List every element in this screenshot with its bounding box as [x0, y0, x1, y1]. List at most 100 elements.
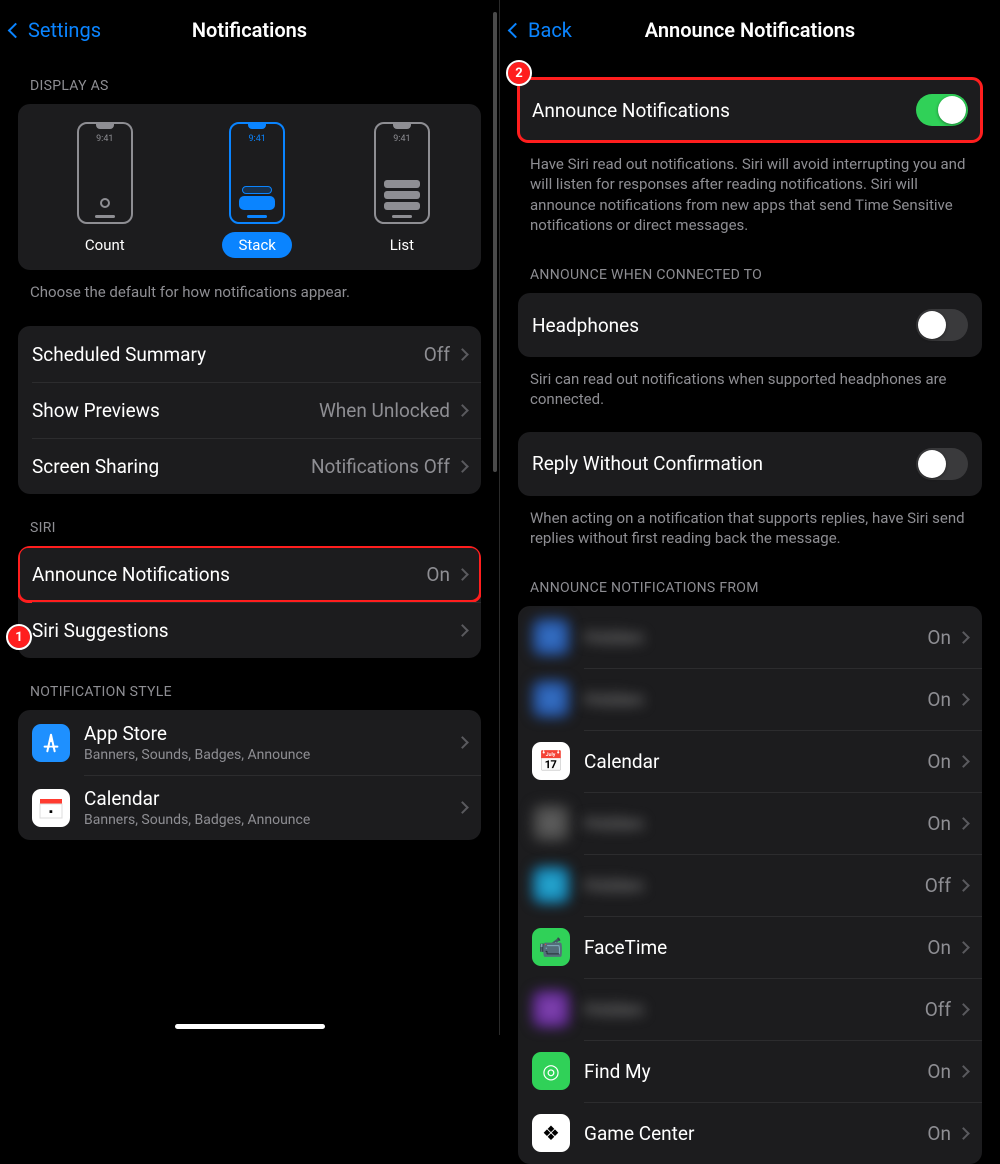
app-name-label: Hidden	[584, 626, 927, 649]
step-badge-1: 1	[8, 626, 30, 648]
app-name-label: Game Center	[584, 1122, 927, 1145]
app-value: Off	[925, 998, 951, 1021]
calendar-icon: ▪	[32, 789, 70, 827]
app-name-label: Hidden	[584, 998, 925, 1021]
app-store-row[interactable]: App Store Banners, Sounds, Badges, Annou…	[18, 710, 481, 775]
app-from-row[interactable]: 📹 FaceTimeOn	[518, 916, 982, 978]
app-value: On	[927, 936, 951, 959]
page-title: Announce Notifications	[645, 18, 855, 42]
back-button[interactable]: Back	[510, 18, 572, 42]
siri-suggestions-row[interactable]: Siri Suggestions	[18, 602, 481, 658]
app-icon	[532, 804, 570, 842]
app-icon	[532, 680, 570, 718]
app-value: On	[927, 750, 951, 773]
siri-group: Announce Notifications On Siri Suggestio…	[18, 546, 481, 658]
app-icon	[532, 990, 570, 1028]
screen-sharing-row[interactable]: Screen Sharing Notifications Off	[18, 438, 481, 494]
announce-toggle[interactable]	[916, 94, 968, 126]
app-value: On	[927, 812, 951, 835]
chevron-right-icon	[957, 879, 970, 892]
app-store-icon	[32, 724, 70, 762]
siri-header: Siri	[0, 494, 499, 546]
app-name-label: Hidden	[584, 812, 927, 835]
notification-style-header: Notification Style	[0, 658, 499, 710]
page-title: Notifications	[192, 18, 307, 42]
app-name-label: Hidden	[584, 874, 925, 897]
list-label: List	[374, 232, 430, 258]
display-option-stack[interactable]: 9:41 Stack	[222, 122, 291, 258]
announce-main-card: Announce Notifications	[518, 78, 982, 142]
scrollbar[interactable]	[493, 12, 497, 472]
chevron-right-icon	[957, 1127, 970, 1140]
app-from-row[interactable]: HiddenOff	[518, 978, 982, 1040]
app-from-row[interactable]: HiddenOn	[518, 792, 982, 854]
chevron-right-icon	[456, 624, 469, 637]
app-value: On	[927, 1060, 951, 1083]
app-icon: ◎	[532, 1052, 570, 1090]
app-name-label: Find My	[584, 1060, 927, 1083]
app-from-row[interactable]: HiddenOn	[518, 606, 982, 668]
stack-label: Stack	[222, 232, 291, 258]
nav-bar: Settings Notifications	[0, 8, 499, 52]
reply-card: Reply Without Confirmation	[518, 432, 982, 496]
app-value: On	[927, 688, 951, 711]
chevron-right-icon	[957, 941, 970, 954]
count-label: Count	[69, 232, 141, 258]
back-label: Back	[528, 18, 572, 42]
chevron-right-icon	[957, 817, 970, 830]
app-icon: 📹	[532, 928, 570, 966]
chevron-right-icon	[456, 404, 469, 417]
chevron-right-icon	[456, 801, 469, 814]
back-label: Settings	[28, 18, 101, 42]
options-group: Scheduled Summary Off Show Previews When…	[18, 326, 481, 494]
app-from-row[interactable]: ❖ Game CenterOn	[518, 1102, 982, 1164]
show-previews-row[interactable]: Show Previews When Unlocked	[18, 382, 481, 438]
home-indicator[interactable]	[175, 1024, 325, 1029]
headphones-toggle[interactable]	[916, 309, 968, 341]
app-name-label: FaceTime	[584, 936, 927, 959]
chevron-right-icon	[456, 736, 469, 749]
display-as-card: 9:41 Count 9:41 Stack 9:41 List	[18, 104, 481, 270]
display-option-count[interactable]: 9:41 Count	[69, 122, 141, 258]
from-header: Announce Notifications From	[500, 554, 1000, 606]
chevron-right-icon	[456, 568, 469, 581]
reply-desc: When acting on a notification that suppo…	[500, 496, 1000, 555]
chevron-right-icon	[456, 348, 469, 361]
connected-card: Headphones	[518, 293, 982, 357]
svg-text:▪: ▪	[49, 805, 53, 818]
display-as-footer: Choose the default for how notifications…	[0, 270, 499, 308]
headphones-desc: Siri can read out notifications when sup…	[500, 357, 1000, 416]
app-value: On	[927, 626, 951, 649]
back-button[interactable]: Settings	[10, 18, 101, 42]
announce-notifications-row[interactable]: Announce Notifications On	[18, 546, 481, 602]
app-from-row[interactable]: ◎ Find MyOn	[518, 1040, 982, 1102]
app-icon: ❖	[532, 1114, 570, 1152]
chevron-left-icon	[508, 22, 524, 38]
display-option-list[interactable]: 9:41 List	[374, 122, 430, 258]
chevron-right-icon	[957, 693, 970, 706]
headphones-row: Headphones	[518, 293, 982, 357]
app-name-label: Calendar	[584, 750, 927, 773]
app-icon	[532, 866, 570, 904]
chevron-right-icon	[957, 631, 970, 644]
app-name-label: Hidden	[584, 688, 927, 711]
app-icon	[532, 618, 570, 656]
step-badge-2: 2	[508, 62, 530, 84]
app-from-row[interactable]: HiddenOff	[518, 854, 982, 916]
announce-toggle-row: Announce Notifications	[518, 78, 982, 142]
chevron-right-icon	[957, 755, 970, 768]
notifications-settings-panel: Settings Notifications Display As 9:41 C…	[0, 0, 500, 1035]
app-from-row[interactable]: 📅CalendarOn	[518, 730, 982, 792]
reply-toggle[interactable]	[916, 448, 968, 480]
chevron-right-icon	[957, 1065, 970, 1078]
scheduled-summary-row[interactable]: Scheduled Summary Off	[18, 326, 481, 382]
app-from-row[interactable]: HiddenOn	[518, 668, 982, 730]
reply-row: Reply Without Confirmation	[518, 432, 982, 496]
connected-header: Announce When Connected To	[500, 241, 1000, 293]
chevron-left-icon	[8, 22, 24, 38]
calendar-row[interactable]: ▪ Calendar Banners, Sounds, Badges, Anno…	[18, 775, 481, 840]
notification-style-group: App Store Banners, Sounds, Badges, Annou…	[18, 710, 481, 840]
announce-notifications-panel: Back Announce Notifications 2 Announce N…	[500, 0, 1000, 1035]
chevron-right-icon	[957, 1003, 970, 1016]
app-value: On	[927, 1122, 951, 1145]
